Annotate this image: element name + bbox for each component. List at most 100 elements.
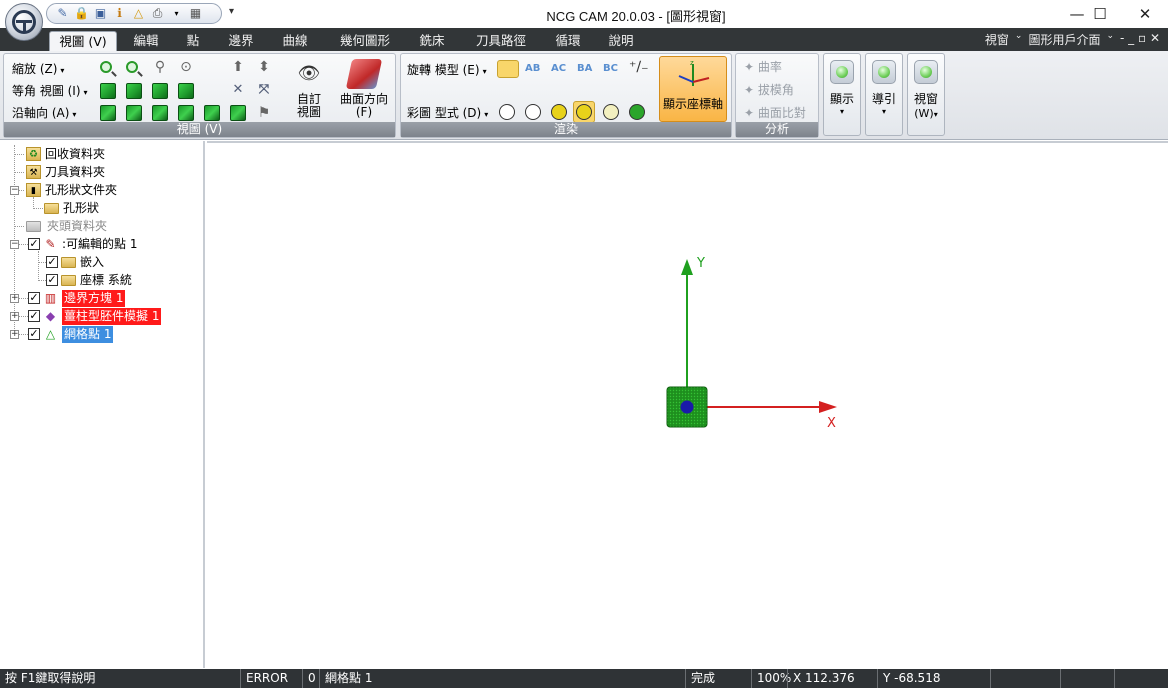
render-group: 旋轉 模型 (E)▾ AB AC BA BC ⁺∕₋ 彩圖 型式 (D)▾: [400, 53, 732, 138]
view-ab-icon[interactable]: AB: [525, 63, 540, 74]
pan-icon[interactable]: ⬆: [230, 59, 246, 75]
tab-curve[interactable]: 曲線: [275, 31, 315, 51]
visibility-checkbox[interactable]: ✓: [46, 274, 58, 286]
draft-angle-button[interactable]: ✦ 拔模角: [744, 81, 794, 98]
visibility-checkbox[interactable]: ✓: [46, 256, 58, 268]
tree-item-hole-shape[interactable]: 孔形狀: [44, 199, 99, 217]
shaded-green-icon[interactable]: [629, 104, 645, 120]
tab-geometry[interactable]: 幾何圖形: [332, 31, 398, 51]
zoom-out-icon[interactable]: [126, 61, 138, 73]
view-back-icon[interactable]: [178, 105, 194, 121]
wireframe-icon[interactable]: [499, 104, 515, 120]
display-button[interactable]: 顯示 ▾: [823, 53, 861, 136]
visibility-checkbox[interactable]: ✓: [28, 328, 40, 340]
zoom-in-icon[interactable]: [100, 61, 112, 73]
x-axis-label: X: [827, 416, 836, 431]
hidden-line-icon[interactable]: [525, 104, 541, 120]
tab-view[interactable]: 視圖 (V): [49, 31, 117, 51]
grid-icon[interactable]: ▦: [188, 6, 203, 21]
surface-direction-button[interactable]: 曲面方向 (F): [336, 57, 392, 123]
tree-expander[interactable]: +: [10, 312, 19, 321]
app-menu-logo[interactable]: [5, 3, 43, 41]
view-window-menu[interactable]: 視窗: [985, 31, 1009, 48]
tree-item-hole-shape-folder[interactable]: ▮ 孔形狀文件夾: [26, 181, 117, 199]
chevron-down-icon[interactable]: ⌄: [1106, 31, 1114, 48]
shrink-icon[interactable]: ✕: [230, 82, 246, 98]
iso-view-4-icon[interactable]: [178, 83, 194, 99]
lock-icon[interactable]: 🔒: [74, 6, 89, 21]
tree-expander[interactable]: +: [10, 330, 19, 339]
svg-text:z: z: [690, 60, 694, 67]
tools-icon[interactable]: ✎: [55, 6, 70, 21]
view-bottom-icon[interactable]: [126, 105, 142, 121]
tab-edit[interactable]: 編輯: [126, 31, 166, 51]
tree-item-grid-points[interactable]: ✓ △ 網格點 1: [28, 325, 114, 343]
close-button[interactable]: ✕: [1122, 2, 1168, 26]
tree-item-boundary-box[interactable]: ✓ ▥ 邊界方塊 1: [28, 289, 126, 307]
print-icon[interactable]: ⎙: [150, 6, 165, 21]
tree-item-stock-simulation[interactable]: ✓ ◆ 薑柱型胚件模擬 1: [28, 307, 162, 325]
rotate-model-icon[interactable]: [497, 60, 519, 78]
tab-toolpath[interactable]: 刀具路徑: [468, 31, 534, 51]
tree-item-chuck-folder[interactable]: 夾頭資料夾: [26, 217, 109, 235]
tree-expander[interactable]: −: [10, 240, 19, 249]
tree-expander[interactable]: +: [10, 294, 19, 303]
transparent-icon[interactable]: [603, 104, 619, 120]
expand-icon[interactable]: ⤧: [256, 82, 272, 98]
iso-view-dropdown[interactable]: 等角 視圖 (I) ▾: [12, 82, 88, 99]
iso-view-1-icon[interactable]: [100, 83, 116, 99]
view-bc-icon[interactable]: BC: [603, 63, 618, 74]
view-ac-icon[interactable]: AC: [551, 63, 566, 74]
surface-compare-button[interactable]: ✦ 曲面比對: [744, 104, 806, 121]
rotate-icon[interactable]: ⬍: [256, 59, 272, 75]
graphics-viewport[interactable]: Y X: [207, 141, 1168, 668]
view-left-icon[interactable]: [204, 105, 220, 121]
curvature-button[interactable]: ✦ 曲率: [744, 58, 782, 75]
object-tree-panel[interactable]: − − + + + ♻ 回收資料夾 ⚒ 刀具資料夾 ▮ 孔形狀文件夾 孔形狀 夾…: [0, 141, 205, 668]
chevron-down-icon[interactable]: ⌄: [1015, 31, 1023, 48]
plus-minus-icon[interactable]: ⁺∕₋: [629, 59, 649, 75]
warning-icon[interactable]: △: [131, 6, 146, 21]
tree-item-recycle-folder[interactable]: ♻ 回收資料夾: [26, 145, 105, 163]
maximize-button[interactable]: ☐: [1077, 2, 1123, 26]
tab-boundary[interactable]: 邊界: [221, 31, 261, 51]
shade-style-dropdown[interactable]: 彩圖 型式 (D) ▾: [407, 104, 488, 121]
view-front-icon[interactable]: [152, 105, 168, 121]
tab-help[interactable]: 說明: [601, 31, 641, 51]
print-dropdown-icon[interactable]: ▾: [169, 6, 184, 21]
view-right-icon[interactable]: [230, 105, 246, 121]
tab-point[interactable]: 點: [178, 31, 208, 51]
tab-milling[interactable]: 銑床: [412, 31, 452, 51]
axis-view-dropdown[interactable]: 沿軸向 (A) ▾: [12, 104, 76, 121]
tree-expander[interactable]: −: [10, 186, 19, 195]
tree-item-editable-points[interactable]: ✓ ✎ :可編輯的點 1: [28, 235, 138, 253]
show-axes-button[interactable]: z 顯示座標軸: [659, 56, 727, 122]
zoom-fit-icon[interactable]: ⊙: [178, 59, 194, 75]
quick-access-toolbar: ✎ 🔒 ▣ ℹ △ ⎙ ▾ ▦: [46, 3, 222, 24]
tree-item-coordinate-system[interactable]: ✓ 座標 系統: [46, 271, 132, 289]
gui-menu[interactable]: 圖形用戶介面: [1028, 31, 1100, 48]
tree-item-tool-folder[interactable]: ⚒ 刀具資料夾: [26, 163, 105, 181]
view-custom-axis-icon[interactable]: ⚑: [256, 105, 272, 121]
iso-view-3-icon[interactable]: [152, 83, 168, 99]
guide-button[interactable]: 導引 ▾: [865, 53, 903, 136]
visibility-checkbox[interactable]: ✓: [28, 292, 40, 304]
custom-view-button[interactable]: 👁 自訂 視圖: [288, 57, 330, 123]
info-icon[interactable]: ℹ: [112, 6, 127, 21]
view-top-icon[interactable]: [100, 105, 116, 121]
window-button[interactable]: 視窗 (W)▾: [907, 53, 945, 136]
shaded-icon[interactable]: [551, 104, 567, 120]
zoom-dropdown[interactable]: 縮放 (Z) ▾: [12, 60, 64, 77]
shaded-edges-button[interactable]: [573, 101, 595, 123]
view-ba-icon[interactable]: BA: [577, 63, 592, 74]
mdi-window-controls[interactable]: - _ ▫ ✕: [1120, 31, 1160, 48]
tree-item-embed[interactable]: ✓ 嵌入: [46, 253, 104, 271]
save-icon[interactable]: ▣: [93, 6, 108, 21]
rotate-model-dropdown[interactable]: 旋轉 模型 (E) ▾: [407, 61, 487, 78]
tab-cycle[interactable]: 循環: [548, 31, 588, 51]
visibility-checkbox[interactable]: ✓: [28, 238, 40, 250]
zoom-window-icon[interactable]: ⚲: [152, 59, 168, 75]
visibility-checkbox[interactable]: ✓: [28, 310, 40, 322]
qat-customize-icon[interactable]: ▾: [229, 6, 234, 17]
iso-view-2-icon[interactable]: [126, 83, 142, 99]
